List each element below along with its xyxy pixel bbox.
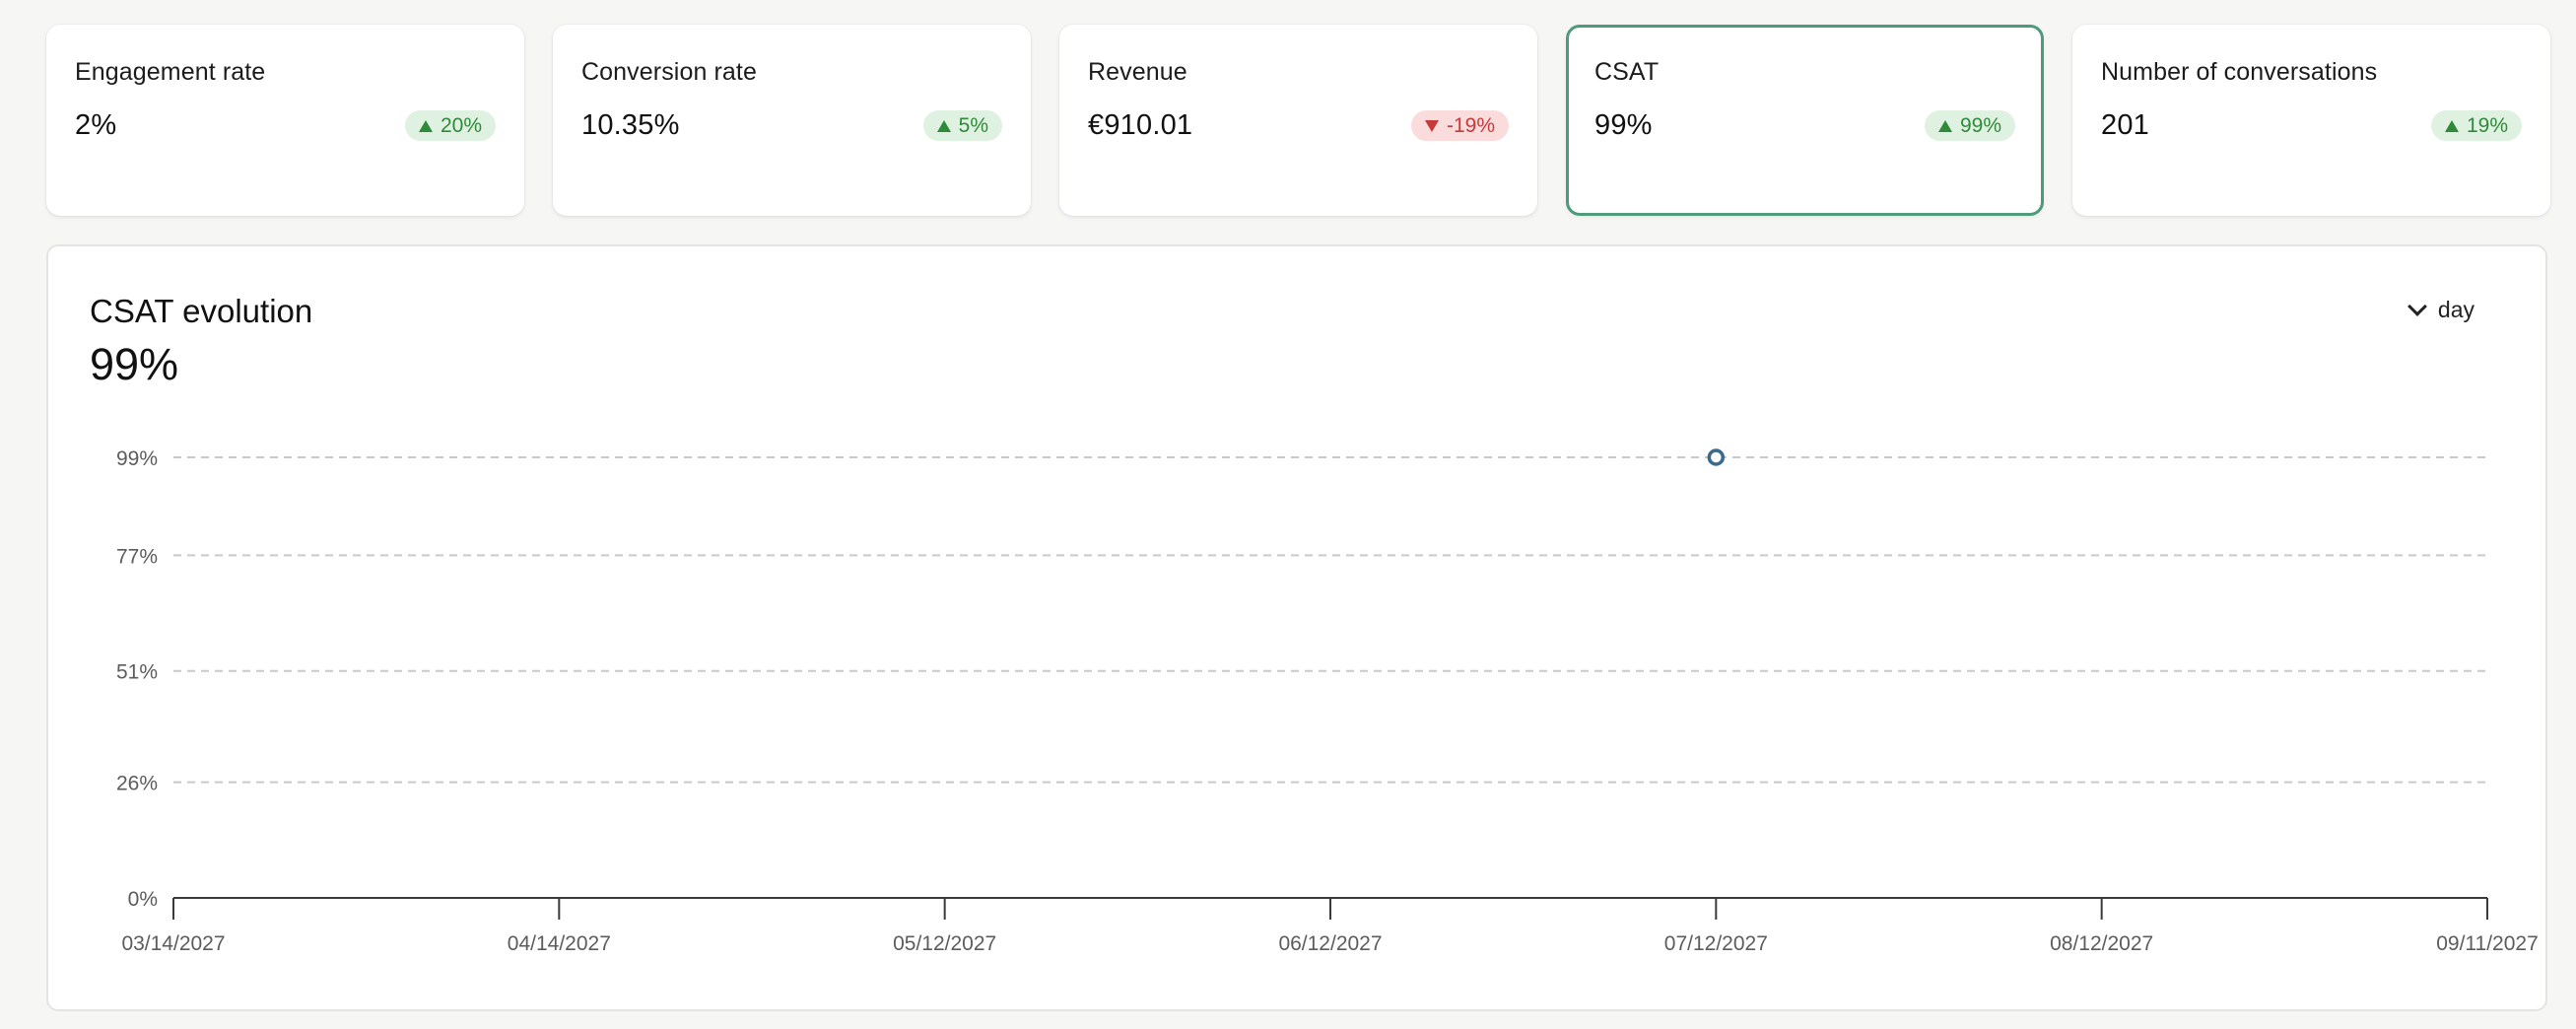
triangle-up-icon (1937, 119, 1952, 132)
data-point (1707, 448, 1726, 466)
x-tick-label: 09/11/2027 (2436, 932, 2539, 955)
triangle-up-icon (2444, 119, 2459, 132)
kpi-change-value: -19% (1446, 113, 1495, 137)
kpi-value: 99% (1594, 109, 1653, 141)
kpi-change-badge: 5% (922, 110, 1002, 141)
x-tick-label: 06/12/2027 (1278, 932, 1382, 955)
triangle-up-icon (936, 119, 951, 132)
kpi-change-value: 19% (2466, 113, 2508, 137)
kpi-value: 201 (2101, 109, 2149, 141)
triangle-down-icon (1424, 119, 1439, 132)
kpi-card-revenue[interactable]: Revenue €910.01 -19% (1059, 25, 1537, 216)
kpi-card-number-of-conversations[interactable]: Number of conversations 201 19% (2072, 25, 2550, 216)
x-tick-label: 03/14/2027 (121, 932, 225, 955)
kpi-title: CSAT (1594, 58, 1660, 86)
kpi-title: Conversion rate (581, 58, 757, 86)
kpi-change-badge: -19% (1410, 110, 1509, 141)
x-tick-label: 05/12/2027 (893, 932, 996, 955)
kpi-card-engagement-rate[interactable]: Engagement rate 2% 20% (46, 25, 524, 216)
kpi-value: 10.35% (581, 109, 680, 141)
x-tick-label: 04/14/2027 (508, 932, 611, 955)
kpi-change-value: 20% (440, 113, 482, 137)
csat-evolution-panel: CSAT evolution 99% day 0% 26% 51% 77% 99% 03/… (46, 244, 2547, 1011)
y-tick-label: 99% (116, 447, 158, 470)
y-tick-label: 77% (116, 545, 158, 568)
kpi-change-badge: 20% (404, 110, 496, 141)
kpi-change-badge: 19% (2430, 110, 2522, 141)
kpi-change-value: 99% (1959, 113, 2001, 137)
csat-line-chart: 0% 26% 51% 77% 99% 03/14/2027 04/14/2027 05/12/… (116, 447, 2539, 955)
kpi-title: Engagement rate (75, 58, 266, 86)
kpi-card-csat[interactable]: CSAT 99% 99% (1566, 25, 2044, 216)
kpi-value: 2% (75, 109, 117, 141)
kpi-title: Number of conversations (2101, 58, 2378, 86)
triangle-up-icon (418, 119, 433, 132)
kpi-change-badge: 99% (1924, 110, 2015, 141)
y-tick-label: 26% (116, 773, 158, 795)
kpi-change-value: 5% (958, 113, 988, 137)
kpi-card-conversion-rate[interactable]: Conversion rate 10.35% 5% (553, 25, 1031, 216)
y-tick-label: 0% (128, 888, 158, 911)
y-tick-label: 51% (116, 661, 158, 684)
x-tick-label: 08/12/2027 (2050, 932, 2153, 955)
kpi-title: Revenue (1088, 58, 1187, 86)
x-tick-label: 07/12/2027 (1664, 932, 1768, 955)
kpi-value: €910.01 (1088, 109, 1193, 141)
